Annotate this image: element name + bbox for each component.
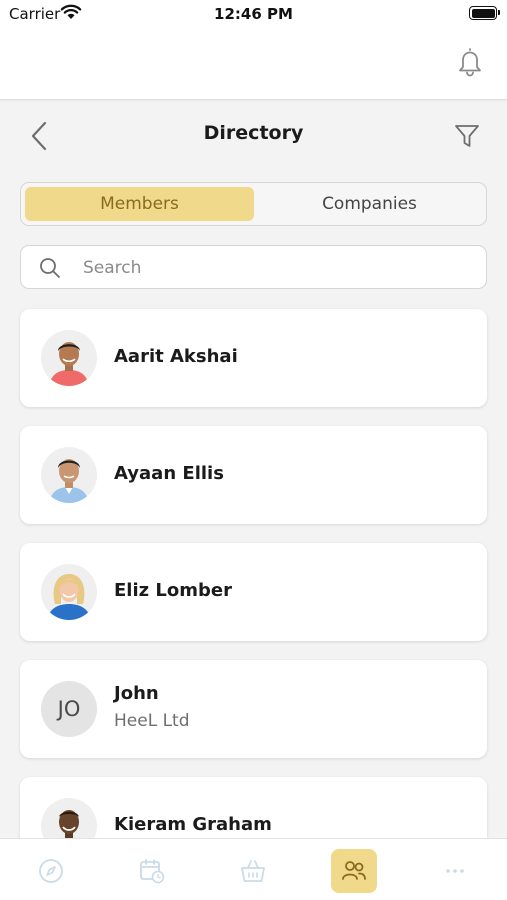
- avatar: [41, 564, 97, 620]
- page-title: Directory: [203, 122, 304, 144]
- tab-companies[interactable]: Companies: [255, 187, 484, 221]
- list-item[interactable]: Ayaan Ellis: [20, 426, 487, 524]
- basket-icon: [241, 860, 265, 882]
- calendar-clock-icon: [140, 859, 165, 884]
- search-placeholder: Search: [83, 258, 142, 278]
- tab-calendar[interactable]: [129, 849, 175, 893]
- segmented-control: Members Companies: [20, 182, 487, 226]
- member-name: Eliz Lomber: [114, 580, 232, 601]
- search-input[interactable]: Search: [20, 245, 487, 289]
- clock: 12:46 PM: [214, 5, 293, 23]
- people-icon: [342, 861, 366, 880]
- tab-more[interactable]: [432, 849, 478, 893]
- tab-members[interactable]: Members: [25, 187, 254, 221]
- filter-icon[interactable]: [453, 122, 481, 150]
- member-name: John: [114, 683, 159, 704]
- avatar-initials: JO: [41, 681, 97, 737]
- more-icon: [446, 869, 464, 873]
- list-item[interactable]: Eliz Lomber: [20, 543, 487, 641]
- tab-directory[interactable]: [331, 849, 377, 893]
- top-bar: [0, 30, 507, 100]
- avatar: [41, 330, 97, 386]
- status-bar: Carrier 12:46 PM: [0, 0, 507, 30]
- search-icon: [40, 258, 60, 278]
- nav-bar: Directory: [0, 100, 507, 170]
- member-name: Ayaan Ellis: [114, 463, 224, 484]
- member-name: Kieram Graham: [114, 814, 272, 835]
- battery-icon: [469, 6, 500, 20]
- bell-icon[interactable]: [455, 46, 485, 78]
- compass-icon: [39, 859, 63, 883]
- member-name: Aarit Akshai: [114, 346, 238, 367]
- tab-compass[interactable]: [28, 849, 74, 893]
- tab-basket[interactable]: [230, 849, 276, 893]
- list-item[interactable]: Aarit Akshai: [20, 309, 487, 407]
- member-company: HeeL Ltd: [114, 711, 190, 731]
- avatar: [41, 447, 97, 503]
- tab-bar: [0, 838, 507, 900]
- list-item[interactable]: JO John HeeL Ltd: [20, 660, 487, 758]
